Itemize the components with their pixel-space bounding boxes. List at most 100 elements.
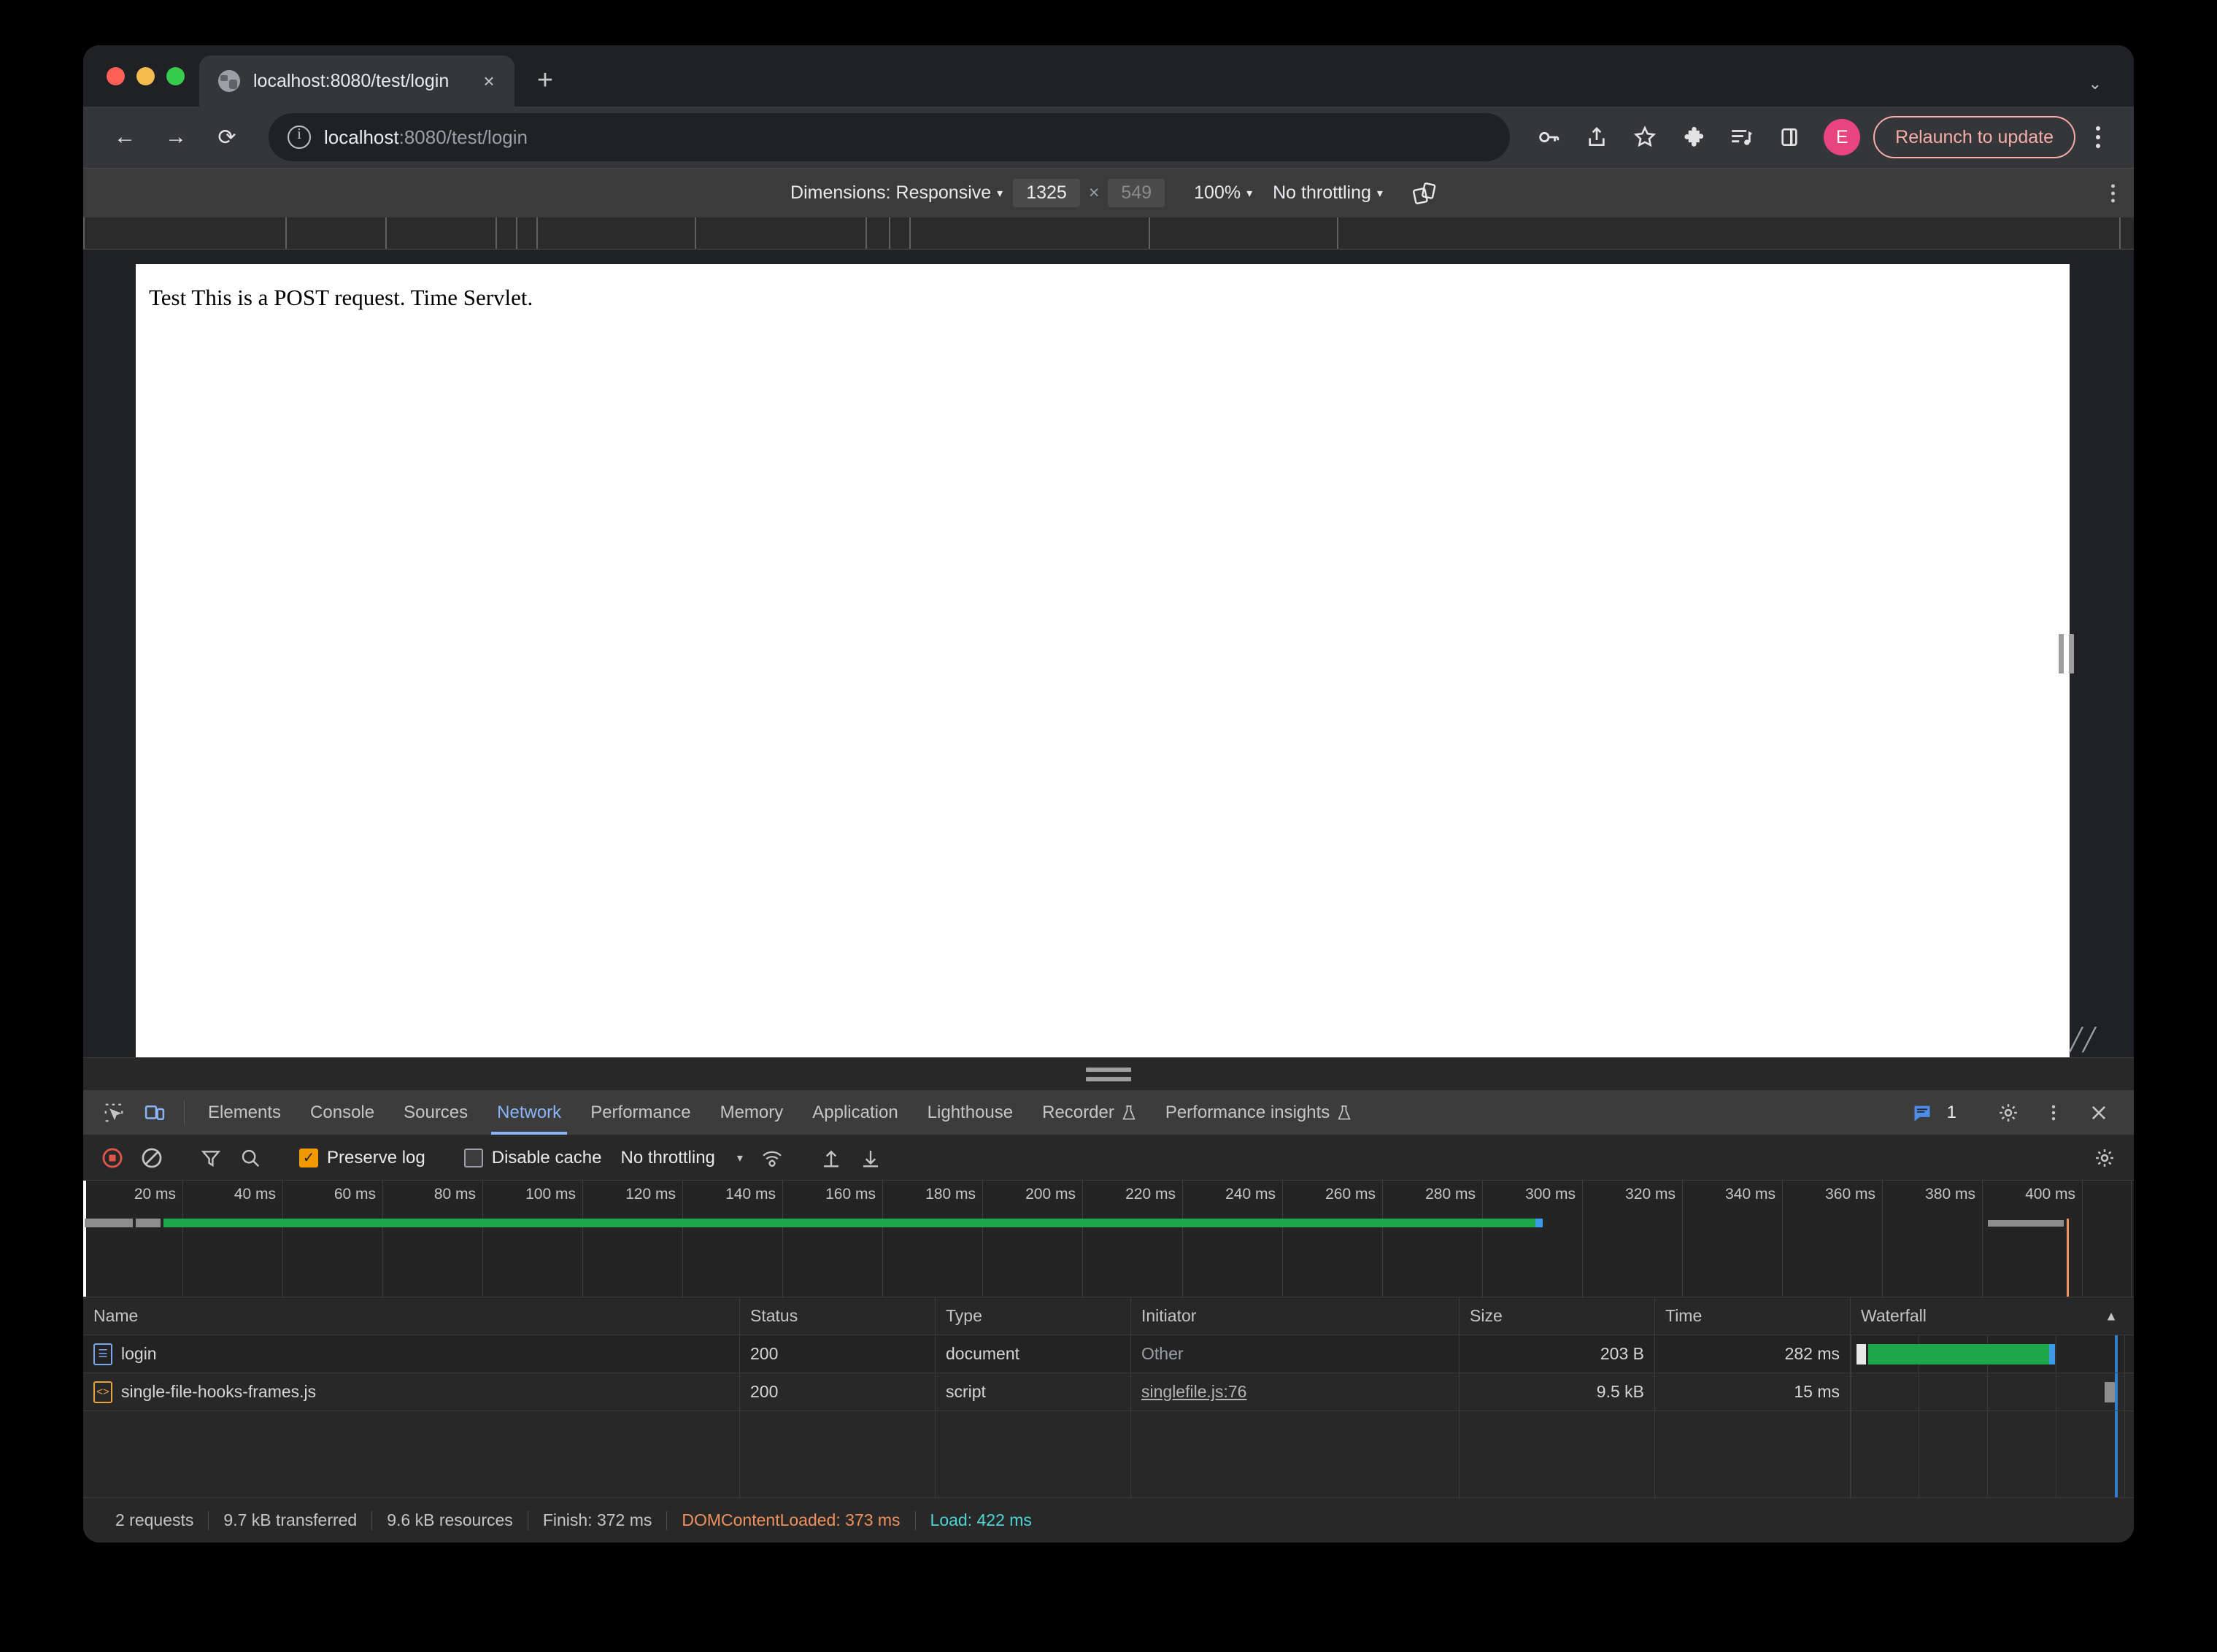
tick-label: 280 ms bbox=[1425, 1186, 1476, 1203]
devtools-tabbar-actions: 1 bbox=[1902, 1090, 2134, 1135]
browser-menu-button[interactable] bbox=[2081, 116, 2115, 158]
overview-request-band bbox=[83, 1219, 2134, 1227]
share-icon[interactable] bbox=[1576, 116, 1618, 158]
search-icon[interactable] bbox=[233, 1140, 268, 1176]
device-toolbar-more-button[interactable] bbox=[2111, 184, 2115, 202]
initiator-link[interactable]: singlefile.js:76 bbox=[1141, 1382, 1246, 1402]
new-tab-button[interactable]: + bbox=[525, 60, 566, 101]
device-dimensions-select[interactable]: Dimensions: Responsive ▾ bbox=[780, 182, 1013, 204]
tab-elements[interactable]: Elements bbox=[193, 1090, 296, 1135]
address-bar[interactable]: localhost:8080/test/login bbox=[269, 113, 1511, 161]
column-header-name[interactable]: Name bbox=[83, 1297, 740, 1335]
viewport-resize-handle-corner[interactable]: ╱╱ bbox=[2070, 1030, 2096, 1051]
maximize-window-button[interactable] bbox=[166, 66, 185, 85]
cell-size: 9.5 kB bbox=[1460, 1373, 1655, 1410]
tick-label: 120 ms bbox=[625, 1186, 676, 1203]
cell-time: 15 ms bbox=[1655, 1373, 1851, 1410]
close-devtools-icon[interactable] bbox=[2078, 1103, 2119, 1123]
network-requests-table: Name Status Type Initiator Size Time Wat… bbox=[83, 1297, 2134, 1497]
column-header-time[interactable]: Time bbox=[1655, 1297, 1851, 1335]
tab-performance[interactable]: Performance bbox=[576, 1090, 705, 1135]
tab-label: Performance bbox=[590, 1102, 691, 1122]
table-row[interactable]: ☰ login 200 document Other 203 B 282 ms bbox=[83, 1335, 2134, 1373]
waterfall-load-line bbox=[2115, 1373, 2118, 1410]
preserve-log-label: Preserve log bbox=[327, 1147, 425, 1167]
cell-name: ☰ login bbox=[83, 1335, 740, 1373]
info-icon[interactable] bbox=[288, 125, 311, 149]
relaunch-to-update-button[interactable]: Relaunch to update bbox=[1873, 116, 2075, 158]
network-status-bar: 2 requests 9.7 kB transferred 9.6 kB res… bbox=[83, 1497, 2134, 1543]
viewport-width-input[interactable]: 1325 bbox=[1013, 179, 1080, 207]
cell-initiator[interactable]: singlefile.js:76 bbox=[1131, 1373, 1460, 1410]
page-body-text: Test This is a POST request. Time Servle… bbox=[149, 285, 533, 310]
minimize-window-button[interactable] bbox=[136, 66, 155, 85]
close-window-button[interactable] bbox=[107, 66, 125, 85]
toggle-device-toolbar-icon[interactable] bbox=[134, 1090, 175, 1135]
checkbox-checked-icon: ✓ bbox=[299, 1148, 318, 1167]
network-throttling-value: No throttling bbox=[620, 1147, 715, 1167]
overview-ruler: 20 ms 40 ms 60 ms 80 ms 100 ms 120 ms 14… bbox=[83, 1181, 2134, 1297]
tab-application[interactable]: Application bbox=[798, 1090, 912, 1135]
column-header-type[interactable]: Type bbox=[936, 1297, 1131, 1335]
device-dimensions-label: Dimensions: Responsive bbox=[790, 182, 992, 203]
back-button[interactable]: ← bbox=[102, 115, 147, 160]
tab-recorder[interactable]: Recorder bbox=[1027, 1090, 1151, 1135]
network-conditions-icon[interactable] bbox=[755, 1140, 790, 1176]
table-row[interactable]: <> single-file-hooks-frames.js 200 scrip… bbox=[83, 1373, 2134, 1411]
network-settings-gear-icon[interactable] bbox=[2087, 1140, 2122, 1176]
import-har-icon[interactable] bbox=[814, 1140, 849, 1176]
zoom-select[interactable]: 100% ▾ bbox=[1184, 182, 1262, 204]
column-header-waterfall[interactable]: Waterfall ▲ bbox=[1851, 1297, 2134, 1335]
key-icon[interactable] bbox=[1527, 116, 1570, 158]
tick-label: 100 ms bbox=[525, 1186, 576, 1203]
status-load: Load: 422 ms bbox=[930, 1510, 1032, 1529]
tick-label: 300 ms bbox=[1525, 1186, 1576, 1203]
tab-lighthouse[interactable]: Lighthouse bbox=[913, 1090, 1027, 1135]
cell-name: <> single-file-hooks-frames.js bbox=[83, 1373, 740, 1410]
media-query-bar[interactable] bbox=[83, 217, 2134, 250]
filter-funnel-icon[interactable] bbox=[193, 1140, 228, 1176]
viewport-height-input[interactable]: 549 bbox=[1108, 179, 1165, 207]
chevron-down-icon: ▾ bbox=[1376, 187, 1383, 200]
chevron-down-icon[interactable]: ⌄ bbox=[2089, 74, 2102, 93]
tab-memory[interactable]: Memory bbox=[706, 1090, 798, 1135]
tab-performance-insights[interactable]: Performance insights bbox=[1151, 1090, 1366, 1135]
network-overview-timeline[interactable]: 20 ms 40 ms 60 ms 80 ms 100 ms 120 ms 14… bbox=[83, 1181, 2134, 1297]
disable-cache-checkbox[interactable]: Disable cache bbox=[457, 1148, 609, 1168]
inspect-element-icon[interactable] bbox=[93, 1090, 134, 1135]
tab-sources[interactable]: Sources bbox=[389, 1090, 482, 1135]
close-icon[interactable]: × bbox=[477, 69, 501, 93]
network-throttling-select[interactable]: No throttling ▾ bbox=[613, 1148, 749, 1168]
column-header-initiator[interactable]: Initiator bbox=[1131, 1297, 1460, 1335]
request-name: login bbox=[121, 1344, 157, 1363]
device-throttling-select[interactable]: No throttling ▾ bbox=[1262, 182, 1393, 204]
console-message-icon[interactable] bbox=[1902, 1103, 1943, 1123]
preserve-log-checkbox[interactable]: ✓ Preserve log bbox=[292, 1148, 433, 1168]
export-har-icon[interactable] bbox=[853, 1140, 888, 1176]
reading-list-icon[interactable] bbox=[1720, 116, 1762, 158]
rotate-icon[interactable] bbox=[1412, 181, 1437, 206]
clear-icon[interactable] bbox=[134, 1140, 169, 1176]
tab-label: Memory bbox=[720, 1102, 784, 1122]
reload-button[interactable]: ⟳ bbox=[204, 115, 250, 160]
side-panel-icon[interactable] bbox=[1768, 116, 1811, 158]
record-stop-icon[interactable] bbox=[95, 1140, 130, 1176]
tab-title: localhost:8080/test/login bbox=[253, 70, 450, 91]
tab-console[interactable]: Console bbox=[296, 1090, 389, 1135]
tab-network[interactable]: Network bbox=[482, 1090, 576, 1135]
bookmark-star-icon[interactable] bbox=[1624, 116, 1666, 158]
column-header-size[interactable]: Size bbox=[1460, 1297, 1655, 1335]
avatar[interactable]: E bbox=[1824, 119, 1861, 155]
page-frame: Test This is a POST request. Time Servle… bbox=[136, 264, 2070, 1057]
viewport-resize-handle-right[interactable] bbox=[2059, 633, 2074, 673]
browser-tab[interactable]: localhost:8080/test/login × bbox=[199, 55, 514, 107]
devtools-tab-bar: Elements Console Sources Network Perform… bbox=[83, 1090, 2134, 1135]
devtools-more-button[interactable] bbox=[2033, 1103, 2074, 1123]
extensions-puzzle-icon[interactable] bbox=[1672, 116, 1714, 158]
devtools-drag-handle[interactable] bbox=[83, 1058, 2134, 1090]
forward-button[interactable]: → bbox=[153, 115, 198, 160]
tab-label: Lighthouse bbox=[927, 1102, 1014, 1122]
column-header-status[interactable]: Status bbox=[740, 1297, 936, 1335]
status-transferred: 9.7 kB transferred bbox=[223, 1510, 358, 1529]
gear-icon[interactable] bbox=[1988, 1102, 2029, 1124]
